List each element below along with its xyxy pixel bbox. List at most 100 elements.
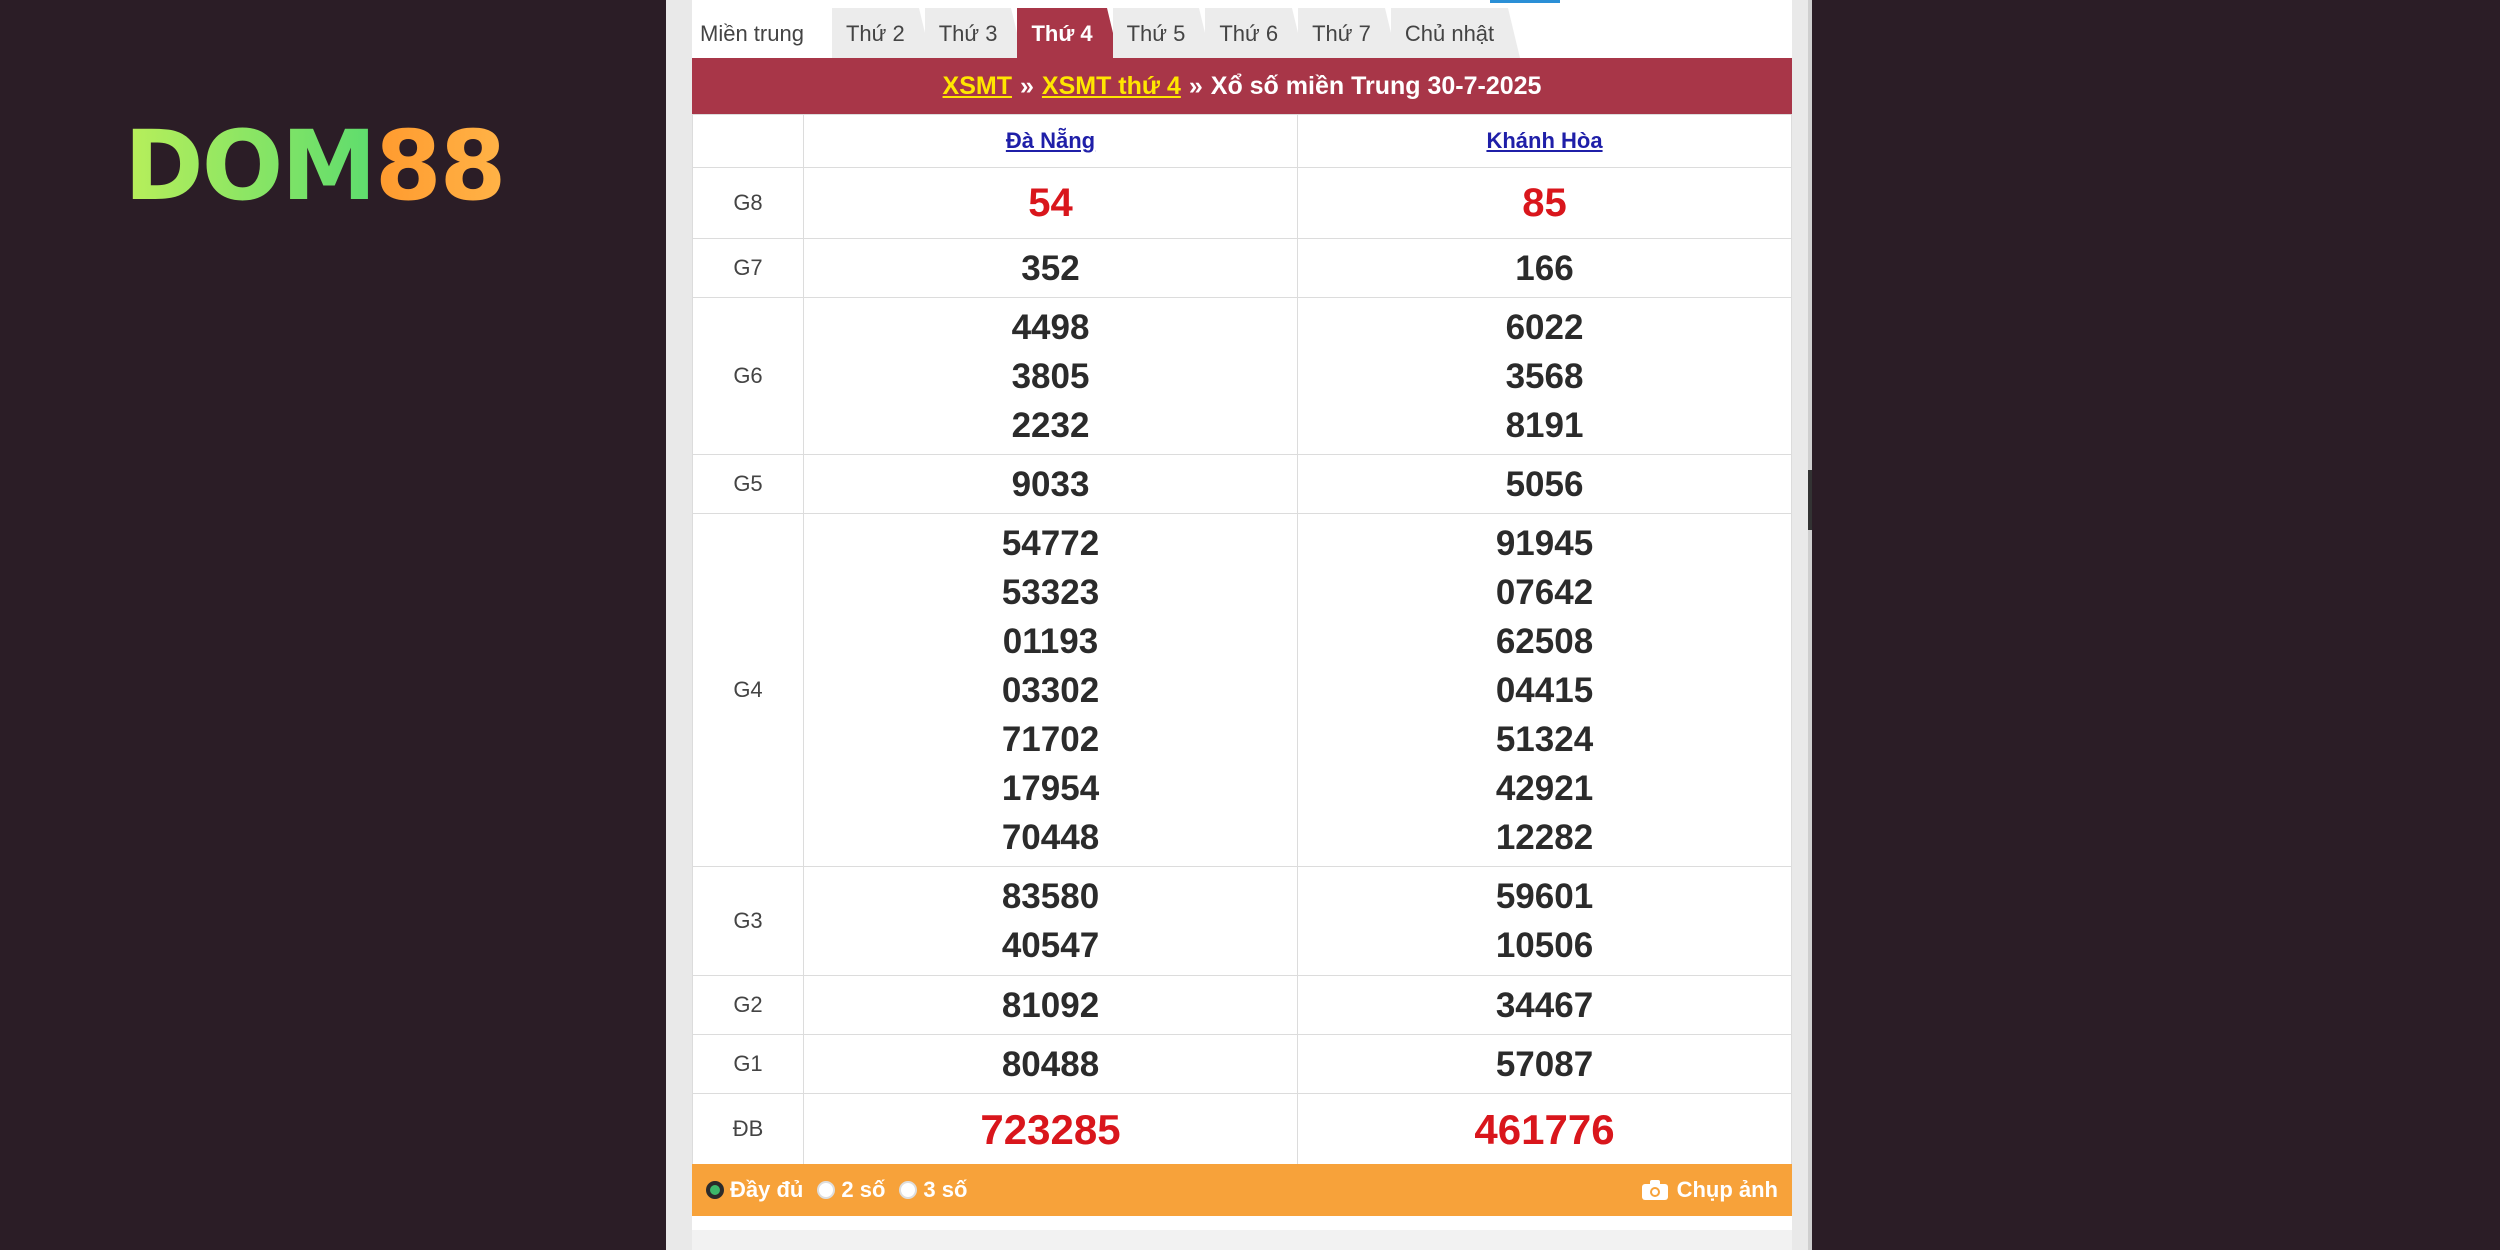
prize-number: 4498 (1011, 307, 1090, 347)
camera-icon (1641, 1180, 1668, 1200)
prize-number: 461776 (1474, 1105, 1615, 1153)
da-nang-result-cell: 54772 53323 01193 03302 71702 17954 70448 (803, 513, 1298, 867)
tab-thu-2[interactable]: Thứ 2 (831, 8, 931, 58)
province-da-nang-cell: Đà Nẵng (803, 114, 1298, 168)
logo-dom-text: DOM (124, 110, 377, 222)
prize-number: 166 (1515, 248, 1574, 288)
day-tabs: Miền trung Thứ 2 Thứ 3 Thứ 4 Thứ 5 Thứ 6… (692, 6, 1521, 58)
prize-number: 71702 (1001, 719, 1100, 759)
prize-number: 70448 (1001, 817, 1100, 857)
da-nang-result-cell: 352 (803, 238, 1298, 298)
prize-number: 91945 (1495, 523, 1594, 563)
results-title: Xổ số miền Trung 30-7-2025 (1210, 71, 1542, 100)
prize-label: ĐB (692, 1093, 804, 1165)
prize-number: 83580 (1001, 877, 1100, 916)
prize-number: 352 (1021, 248, 1080, 288)
breadcrumb-xsmt-thu4-link[interactable]: XSMT thứ 4 (1042, 72, 1181, 101)
prize-number: 12282 (1495, 817, 1594, 857)
empty-corner-cell (692, 114, 804, 168)
province-header-row: Đà Nẵng Khánh Hòa (692, 114, 1792, 168)
prize-number: 62508 (1495, 621, 1594, 661)
da-nang-result-cell: 4498 3805 2232 (803, 297, 1298, 455)
snapshot-button[interactable]: Chụp ảnh (1641, 1177, 1778, 1203)
prize-row: G1 80488 57087 (692, 1034, 1792, 1094)
breadcrumb-separator: » (1188, 71, 1203, 100)
prize-number: 85 (1522, 180, 1567, 225)
da-nang-result-cell: 54 (803, 167, 1298, 239)
prize-number: 8191 (1505, 405, 1584, 445)
prize-number: 57087 (1495, 1044, 1594, 1084)
da-nang-result-cell: 9033 (803, 454, 1298, 514)
prize-number: 10506 (1495, 926, 1594, 965)
khanh-hoa-result-cell: 57087 (1297, 1034, 1792, 1094)
tab-chu-nhat[interactable]: Chủ nhật (1390, 8, 1521, 58)
option-2-digits[interactable]: 2 số (817, 1177, 885, 1203)
radio-selected-icon (706, 1181, 724, 1199)
option-3-digits-label: 3 số (923, 1177, 968, 1202)
tab-mien-trung[interactable]: Miền trung (692, 8, 818, 58)
prize-number: 51324 (1495, 719, 1594, 759)
khanh-hoa-result-cell: 85 (1297, 167, 1792, 239)
khanh-hoa-result-cell: 6022 3568 8191 (1297, 297, 1792, 455)
prize-rows: G8 54 85 G7 352 166 G6 4498 3805 2232 6022 3568 8191… (692, 167, 1792, 1165)
prize-row: G6 4498 3805 2232 6022 3568 8191 (692, 297, 1792, 455)
prize-label: G7 (692, 238, 804, 298)
tab-thu-7[interactable]: Thứ 7 (1298, 8, 1397, 58)
scrollbar-track[interactable] (1808, 0, 1812, 1250)
da-nang-result-cell: 723285 (803, 1093, 1298, 1165)
tab-thu-4[interactable]: Thứ 4 (1017, 8, 1119, 58)
prize-number: 5056 (1505, 464, 1584, 504)
prize-label: G8 (692, 167, 804, 239)
prize-number: 2232 (1011, 405, 1090, 445)
khanh-hoa-result-cell: 91945 07642 62508 04415 51324 42921 12282 (1297, 513, 1792, 867)
province-khanh-hoa-link[interactable]: Khánh Hòa (1486, 128, 1602, 153)
radio-icon (817, 1181, 836, 1199)
khanh-hoa-result-cell: 461776 (1297, 1093, 1792, 1165)
khanh-hoa-result-cell: 34467 (1297, 975, 1792, 1035)
option-full-label: Đầy đủ (730, 1177, 804, 1202)
option-3-digits[interactable]: 3 số (899, 1177, 967, 1203)
options-footer: Đầy đủ 2 số 3 số Chụp ảnh (692, 1164, 1792, 1216)
prize-number: 3805 (1011, 356, 1090, 396)
prize-number: 6022 (1505, 307, 1584, 347)
da-nang-result-cell: 80488 (803, 1034, 1298, 1094)
prize-label: G4 (692, 513, 804, 867)
radio-icon (899, 1181, 918, 1199)
snapshot-label: Chụp ảnh (1676, 1177, 1778, 1202)
tab-thu-5[interactable]: Thứ 5 (1112, 8, 1212, 58)
tab-thu-3[interactable]: Thứ 3 (924, 8, 1024, 58)
prize-row: G8 54 85 (692, 167, 1792, 239)
breadcrumb-xsmt-link[interactable]: XSMT (943, 72, 1012, 101)
prize-number: 07642 (1495, 572, 1594, 612)
prize-number: 59601 (1495, 877, 1594, 916)
prize-row: G5 9033 5056 (692, 454, 1792, 514)
prize-label: G1 (692, 1034, 804, 1094)
prize-number: 3568 (1505, 356, 1584, 396)
prize-row: G7 352 166 (692, 238, 1792, 298)
breadcrumb-separator: » (1020, 71, 1034, 100)
prize-row: G3 83580 40547 59601 10506 (692, 866, 1792, 976)
bottom-strip (692, 1230, 1792, 1250)
dom88-logo: DOM 88 (124, 110, 507, 222)
prize-label: G2 (692, 975, 804, 1035)
prize-label: G5 (692, 454, 804, 514)
province-da-nang-link[interactable]: Đà Nẵng (1006, 128, 1095, 153)
khanh-hoa-result-cell: 59601 10506 (1297, 866, 1792, 976)
prize-number: 17954 (1001, 768, 1100, 808)
prize-label: G6 (692, 297, 804, 455)
province-khanh-hoa-cell: Khánh Hòa (1297, 114, 1792, 168)
top-accent-strip (1490, 0, 1560, 3)
option-full[interactable]: Đầy đủ (706, 1177, 803, 1203)
prize-number: 34467 (1495, 985, 1594, 1025)
prize-row: ĐB 723285 461776 (692, 1093, 1792, 1165)
prize-number: 40547 (1001, 926, 1100, 965)
tab-thu-6[interactable]: Thứ 6 (1205, 8, 1304, 58)
prize-number: 54 (1028, 180, 1073, 225)
prize-number: 42921 (1495, 768, 1594, 808)
khanh-hoa-result-cell: 5056 (1297, 454, 1792, 514)
prize-number: 723285 (980, 1105, 1121, 1153)
logo-88-text: 88 (374, 110, 507, 222)
prize-number: 53323 (1001, 572, 1100, 612)
results-header: XSMT » XSMT thứ 4 » Xổ số miền Trung 30-… (692, 58, 1792, 114)
scrollbar-thumb[interactable] (1808, 470, 1812, 530)
